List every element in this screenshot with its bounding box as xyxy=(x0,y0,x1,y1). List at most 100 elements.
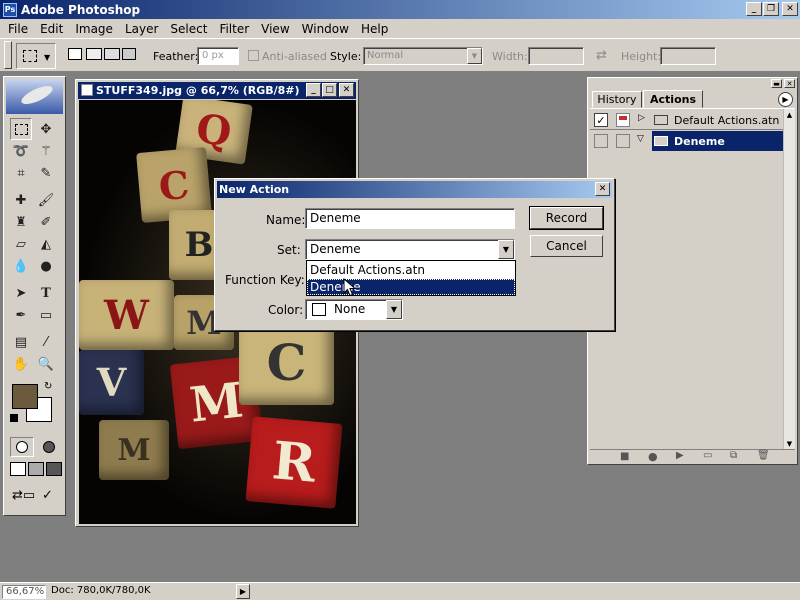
record-button[interactable]: Record xyxy=(529,206,604,230)
action-set-label: Deneme xyxy=(674,135,725,148)
screen-mode-menu-icon[interactable] xyxy=(28,462,44,476)
scroll-up-icon[interactable]: ▲ xyxy=(784,109,795,120)
style-select[interactable]: Normal ▼ xyxy=(363,47,483,65)
history-brush-icon[interactable]: ✐ xyxy=(35,211,57,233)
width-input[interactable] xyxy=(528,47,584,65)
height-input[interactable] xyxy=(660,47,716,65)
menu-image[interactable]: Image xyxy=(69,22,119,36)
screen-mode-full-icon[interactable] xyxy=(46,462,62,476)
panel-close-button[interactable]: ✕ xyxy=(784,79,795,88)
collapse-arrow-icon[interactable]: ▽ xyxy=(637,134,644,144)
crop-tool-icon[interactable]: ⌗ xyxy=(10,162,32,184)
rectangular-marquee-icon[interactable] xyxy=(14,123,28,135)
color-label: Color: xyxy=(268,303,304,317)
menu-file[interactable]: File xyxy=(2,22,34,36)
tab-actions[interactable]: Actions xyxy=(643,90,703,108)
expand-arrow-icon[interactable]: ▷ xyxy=(638,113,645,123)
zoom-tool-icon[interactable]: 🔍 xyxy=(35,353,57,375)
stop-icon[interactable]: ■ xyxy=(620,451,629,462)
chevron-down-icon[interactable]: ▼ xyxy=(467,48,482,64)
trash-icon[interactable]: 🗑 xyxy=(757,450,770,461)
play-icon[interactable]: ▶ xyxy=(676,450,684,461)
zoom-field[interactable]: 66,67% xyxy=(2,585,46,599)
tool-preset-picker[interactable]: ▼ xyxy=(16,43,56,69)
dropdown-option-selected[interactable]: Deneme xyxy=(307,279,515,295)
tab-history[interactable]: History xyxy=(592,91,642,108)
antialiased-checkbox[interactable] xyxy=(248,50,259,61)
panel-minimize-button[interactable]: ▬ xyxy=(771,79,782,88)
dropdown-option[interactable]: Default Actions.atn xyxy=(307,262,515,278)
menu-layer[interactable]: Layer xyxy=(119,22,164,36)
path-selection-icon[interactable]: ➤ xyxy=(10,282,32,304)
menu-window[interactable]: Window xyxy=(296,22,355,36)
eyedropper-icon[interactable]: ⁄ xyxy=(35,331,57,353)
standard-mode-icon[interactable] xyxy=(10,437,34,457)
screen-mode-standard-icon[interactable] xyxy=(10,462,26,476)
name-input[interactable]: Deneme xyxy=(305,208,515,229)
check-icon[interactable] xyxy=(594,134,608,148)
foreground-color-swatch[interactable] xyxy=(12,384,38,409)
magic-wand-icon[interactable]: ⚚ xyxy=(35,140,57,162)
options-grip[interactable] xyxy=(4,41,12,69)
function-key-label: Function Key: xyxy=(225,273,305,287)
cancel-button[interactable]: Cancel xyxy=(530,235,603,257)
menu-select[interactable]: Select xyxy=(164,22,213,36)
menu-view[interactable]: View xyxy=(255,22,295,36)
status-menu-arrow-icon[interactable]: ▶ xyxy=(236,584,250,599)
dialog-toggle-icon[interactable] xyxy=(616,134,630,148)
swap-colors-icon[interactable]: ↻ xyxy=(44,381,52,392)
menu-edit[interactable]: Edit xyxy=(34,22,69,36)
lasso-tool-icon[interactable]: ➰ xyxy=(10,140,32,162)
quick-mask-icon[interactable] xyxy=(37,437,61,457)
clone-stamp-icon[interactable]: ♜ xyxy=(10,211,32,233)
type-tool-icon[interactable]: T xyxy=(35,282,57,304)
dialog-close-button[interactable]: ✕ xyxy=(595,182,610,196)
notes-tool-icon[interactable]: ▤ xyxy=(10,331,32,353)
hand-tool-icon[interactable]: ✋ xyxy=(10,353,32,375)
jump-to-imageready-icon[interactable]: ⇄▭ xyxy=(12,488,40,506)
set-select[interactable]: Deneme ▼ xyxy=(305,239,515,260)
slice-tool-icon[interactable]: ✎ xyxy=(35,162,57,184)
new-set-icon[interactable]: ▭ xyxy=(703,450,712,461)
doc-close-button[interactable]: ✕ xyxy=(339,83,354,97)
feather-logo-icon[interactable] xyxy=(6,79,63,114)
move-tool-icon[interactable]: ✥ xyxy=(35,118,57,140)
menu-filter[interactable]: Filter xyxy=(213,22,255,36)
minimize-button[interactable]: _ xyxy=(746,2,762,16)
blur-tool-icon[interactable]: 💧 xyxy=(10,255,32,277)
restore-button[interactable]: ❐ xyxy=(763,2,779,16)
dialog-toggle-icon[interactable] xyxy=(616,113,630,127)
imageready-icon[interactable]: ✓ xyxy=(42,488,60,506)
chevron-down-icon[interactable]: ▼ xyxy=(498,240,514,259)
color-select[interactable]: None ▼ xyxy=(305,299,403,320)
new-action-icon[interactable]: ⧉ xyxy=(730,450,737,461)
healing-brush-icon[interactable]: ✚ xyxy=(10,189,32,211)
brush-tool-icon[interactable]: 🖌 xyxy=(35,189,57,211)
menu-help[interactable]: Help xyxy=(355,22,394,36)
record-icon[interactable]: ● xyxy=(648,450,658,463)
feather-input[interactable]: 0 px xyxy=(197,47,239,65)
dodge-tool-icon[interactable]: ● xyxy=(35,255,57,277)
swap-arrows-icon[interactable]: ⇄ xyxy=(596,48,607,63)
doc-minimize-button[interactable]: _ xyxy=(306,83,321,97)
close-button[interactable]: ✕ xyxy=(782,2,798,16)
panel-titlebar[interactable]: ▬ ✕ xyxy=(589,79,796,88)
color-swatch-icon xyxy=(312,303,326,316)
add-selection-icon[interactable] xyxy=(86,48,102,60)
paint-bucket-icon[interactable]: ◭ xyxy=(35,233,57,255)
intersect-selection-icon[interactable] xyxy=(122,48,136,60)
subtract-selection-icon[interactable] xyxy=(104,48,120,60)
rectangle-shape-icon[interactable]: ▭ xyxy=(35,304,57,326)
list-item[interactable]: ✓ ▷ Default Actions.atn xyxy=(590,110,795,130)
list-item[interactable]: ▽ Deneme xyxy=(590,131,795,151)
pen-tool-icon[interactable]: ✒ xyxy=(10,304,32,326)
doc-maximize-button[interactable]: □ xyxy=(322,83,337,97)
chevron-down-icon[interactable]: ▼ xyxy=(386,300,402,319)
check-icon[interactable]: ✓ xyxy=(594,113,608,127)
scroll-down-icon[interactable]: ▼ xyxy=(784,438,795,449)
new-selection-icon[interactable] xyxy=(68,48,82,60)
eraser-tool-icon[interactable]: ▱ xyxy=(10,233,32,255)
default-colors-icon[interactable] xyxy=(10,414,18,422)
scrollbar[interactable]: ▲ ▼ xyxy=(783,109,795,449)
panel-menu-arrow-icon[interactable]: ▶ xyxy=(778,92,793,107)
